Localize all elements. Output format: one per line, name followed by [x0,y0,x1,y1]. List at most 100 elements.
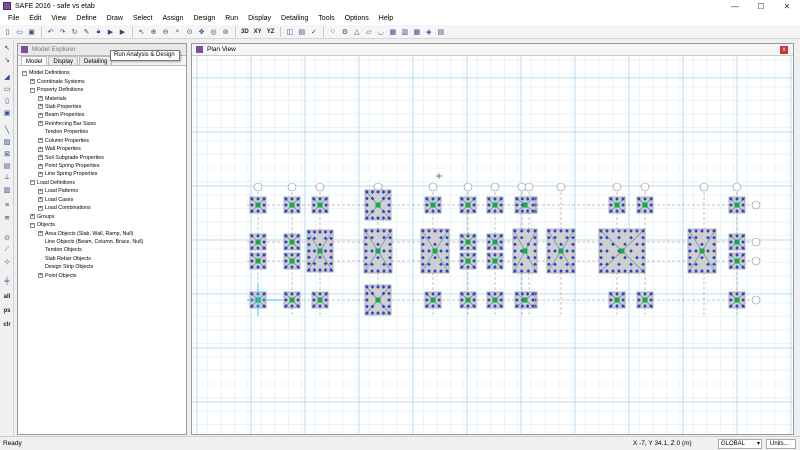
tree-item[interactable]: − Model Definitions [18,69,186,77]
expand-icon[interactable]: + [38,112,43,118]
plan-canvas[interactable] [192,56,793,434]
zoom-prev-icon[interactable]: ◎ [208,26,219,37]
menu-define[interactable]: Define [71,12,101,25]
draw-line-icon[interactable]: ╲ [1,124,13,135]
expand-icon[interactable]: + [38,138,43,144]
check-icon[interactable]: ✓ [308,26,319,37]
expand-icon[interactable]: + [38,231,43,237]
snap-line-icon[interactable]: ⟋ [1,244,13,255]
collapse-icon[interactable]: − [30,180,35,186]
tree-item[interactable]: + Slab Properties [18,103,186,111]
expand-icon[interactable]: + [38,121,43,127]
menu-edit[interactable]: Edit [24,12,46,25]
save-icon[interactable]: ▣ [26,26,37,37]
zoom-window-icon[interactable]: ⌕ [172,26,183,37]
tree-item[interactable]: + Line Spring Properties [18,170,186,178]
menu-view[interactable]: View [46,12,71,25]
triangle-icon[interactable]: △ [351,26,362,37]
zoom-out-icon[interactable]: ⊖ [160,26,171,37]
tree-item[interactable]: Line Objects (Beam, Column, Brace, Null) [18,238,186,246]
expand-icon[interactable]: + [38,163,43,169]
draw-strip-icon[interactable]: ▥ [1,184,13,195]
view-3d-button[interactable]: 3D [239,26,251,37]
tab-display[interactable]: Display [48,56,79,65]
zoom-in-icon[interactable]: ⊕ [148,26,159,37]
menu-assign[interactable]: Assign [157,12,188,25]
expand-icon[interactable]: + [38,273,43,279]
draw-beam-icon[interactable]: ▨ [1,136,13,147]
menu-run[interactable]: Run [220,12,243,25]
minimize-button[interactable]: — [722,0,748,12]
menu-file[interactable]: File [3,12,24,25]
undo-icon[interactable]: ↶ [45,26,56,37]
collapse-icon[interactable]: − [22,70,27,76]
run-icon[interactable]: ▶ [105,26,116,37]
menu-tools[interactable]: Tools [313,12,339,25]
spring-icon[interactable]: ◈ [423,26,434,37]
draw-wall-icon[interactable]: ▤ [1,160,13,171]
grid-icon[interactable]: ▦ [411,26,422,37]
coordinate-system-select[interactable]: GLOBAL [718,438,762,449]
wall-icon[interactable]: ▥ [399,26,410,37]
zoom-next-icon[interactable]: ⊚ [220,26,231,37]
new-icon[interactable]: ▯ [2,26,13,37]
tree-item[interactable]: + Point Spring Properties [18,162,186,170]
expand-icon[interactable]: + [38,155,43,161]
redo-icon[interactable]: ↷ [57,26,68,37]
tree-item[interactable]: + Materials [18,94,186,102]
view-xy-button[interactable]: XY [252,26,264,37]
tree-item[interactable]: + Soil Subgrade Properties [18,153,186,161]
snap-intersection-icon[interactable]: ⊹ [1,256,13,267]
clear-select-button[interactable]: clr [1,319,13,330]
menu-help[interactable]: Help [374,12,398,25]
display-options-icon[interactable]: ▤ [296,26,307,37]
select-all-button[interactable]: all [1,291,13,302]
tree-item[interactable]: Slab Rebar Objects [18,255,186,263]
tree-item[interactable]: + Load Patterns [18,187,186,195]
tree-item[interactable]: − Objects [18,221,186,229]
expand-icon[interactable]: + [30,214,35,220]
tree-item[interactable]: − Property Definitions [18,86,186,94]
menu-display[interactable]: Display [243,12,276,25]
menu-detailing[interactable]: Detailing [276,12,313,25]
gear-icon[interactable]: ⚙ [339,26,350,37]
tree-item[interactable]: + Column Properties [18,137,186,145]
expand-icon[interactable]: + [38,205,43,211]
draw-column-icon[interactable]: ⊠ [1,148,13,159]
snap-point-icon[interactable]: ⊙ [1,232,13,243]
pencil-icon[interactable]: ✎ [81,26,92,37]
expand-icon[interactable]: + [38,96,43,102]
run-locked-icon[interactable]: ▶ [117,26,128,37]
draw-point-icon[interactable]: ▣ [1,107,13,118]
expand-icon[interactable]: + [38,197,43,203]
menu-select[interactable]: Select [128,12,157,25]
cube-icon[interactable]: ▦ [387,26,398,37]
snap-grid-icon[interactable]: ╪ [1,276,13,287]
maximize-button[interactable]: ☐ [748,0,774,12]
tree-item[interactable]: + Point Objects [18,272,186,280]
tree-item[interactable]: + Load Combinations [18,204,186,212]
expand-icon[interactable]: + [30,79,35,85]
menu-draw[interactable]: Draw [102,12,128,25]
view-yz-button[interactable]: YZ [265,26,277,37]
tree-item[interactable]: + Coordinate Systems [18,77,186,85]
draw-rect-icon[interactable]: ▭ [1,83,13,94]
slab-icon[interactable]: ▱ [363,26,374,37]
collapse-icon[interactable]: − [30,87,35,93]
close-button[interactable]: ✕ [774,0,800,12]
deform-icon[interactable]: ◡ [375,26,386,37]
tree-item[interactable]: + Reinforcing Bar Sizes [18,120,186,128]
expand-icon[interactable]: + [38,146,43,152]
reshape-icon[interactable]: ↘ [1,54,13,65]
draw-quad-icon[interactable]: ▯ [1,95,13,106]
tab-detailing[interactable]: Detailing [79,56,113,65]
tree-item[interactable]: Design Strip Objects [18,263,186,271]
perspective-icon[interactable]: ◫ [284,26,295,37]
select-arrow-icon[interactable]: ↖ [1,42,13,53]
plan-view-close-button[interactable]: x [780,46,788,54]
tree-item[interactable]: − Load Definitions [18,179,186,187]
units-button[interactable]: Units... [766,438,796,449]
tree-item[interactable]: Tendon Properties [18,128,186,136]
tree-item[interactable]: + Wall Properties [18,145,186,153]
draw-strip-alt-icon[interactable]: ≡ [1,200,13,211]
